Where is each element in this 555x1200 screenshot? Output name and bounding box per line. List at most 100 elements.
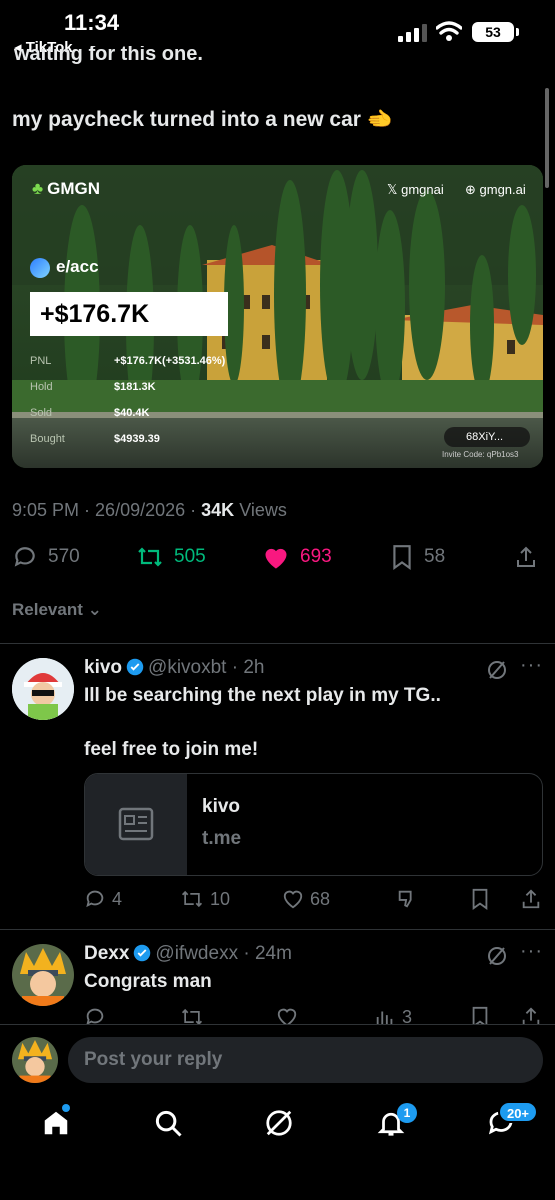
reply-reply-count: 4 [112,888,123,909]
battery-nub [516,28,519,36]
reply-count: 570 [48,546,80,567]
reply-reply-button[interactable]: 4 [84,888,122,910]
share-icon [517,546,535,567]
messages-badge: 20+ [498,1101,538,1123]
divider [0,929,555,930]
tweet-media-image[interactable]: ♣ GMGN 𝕏 gmgnai ⊕ gmgn.ai e/acc +$176.7K … [12,165,543,468]
reply-downvote-button[interactable] [396,888,424,910]
reply-age: 24m [254,943,292,964]
separator: · [238,943,255,964]
link-title: kivo [202,796,241,817]
stat-value-sold: $40.4K [114,407,150,419]
views-count: 34K [201,500,235,520]
retweet-icon [138,547,162,567]
search-icon[interactable] [153,1108,183,1138]
verified-badge-icon [126,658,144,676]
gmgn-site-label: ⊕ gmgn.ai [465,182,526,197]
reply-author-handle[interactable]: @kivoxbt [148,657,226,678]
bookmark-icon [393,545,411,570]
reply-retweet-count: 10 [210,888,231,909]
frog-logo-icon: ♣ [32,179,44,198]
wallet-badge: 68XiY... [444,427,530,447]
heart-icon [283,890,303,909]
reply-like-count: 68 [310,888,331,909]
reply-text-line1: Ill be searching the next play in my TG.… [84,685,441,706]
reply-like-button[interactable]: 68 [282,888,330,910]
tweet-meta: 9:05 PM · 26/09/2026 · 34K Views [12,500,287,520]
link-domain: t.me [202,828,242,849]
views-label: Views [239,500,287,520]
retweet-icon [181,890,203,908]
home-unread-dot [62,1104,70,1112]
reply-author-handle[interactable]: @ifwdexx [155,943,238,964]
downvote-icon [398,890,412,908]
grok-tab-icon[interactable] [264,1108,294,1138]
share-icon [522,889,540,909]
grok-icon[interactable] [487,660,507,680]
avatar [12,1037,58,1083]
bookmark-button[interactable]: 58 [390,540,445,574]
dexx-avatar-illustration [12,944,74,1006]
wifi-icon [436,21,462,41]
stat-value-bought: $4939.39 [114,433,160,445]
verified-badge-icon [134,944,151,962]
media-account: e/acc [30,257,99,278]
reply-author-name[interactable]: Dexx [84,943,129,964]
tweet-date: 26/09/2026 [95,500,186,520]
divider [0,643,555,644]
gmgn-logo: ♣ GMGN [32,179,100,199]
bookmark-count: 58 [424,546,446,567]
kivo-avatar-illustration [12,658,74,720]
avatar[interactable] [12,944,74,1006]
article-icon [118,807,154,841]
stat-value-pnl: +$176.7K(+3531.46%) [114,355,226,367]
bottom-tab-bar [0,1100,555,1200]
sort-label: Relevant [12,600,83,619]
grok-icon[interactable] [487,946,507,966]
stat-label-pnl: PNL [30,355,52,367]
like-button[interactable]: 693 [262,540,332,574]
stat-label-sold: Sold [30,407,53,419]
reply-header: Dexx @ifwdexx · 24m [84,943,292,965]
more-options-icon[interactable]: ··· [520,654,543,677]
stat-value-hold: $181.3K [114,381,156,393]
share-button[interactable] [514,540,548,574]
like-count: 693 [300,546,332,567]
scrollbar[interactable] [545,88,549,188]
stat-label-hold: Hold [30,381,53,393]
reply-bookmark-button[interactable] [470,888,496,910]
tweet-actions: 570 505 693 58 [12,540,543,574]
more-options-icon[interactable]: ··· [520,940,543,963]
gmgn-x-handle: 𝕏 gmgnai [387,182,444,197]
heart-filled-icon [265,548,287,569]
link-preview-card[interactable]: kivo t.me [84,773,543,876]
bookmark-icon [472,888,488,910]
retweet-button[interactable]: 505 [136,540,206,574]
cellular-signal-icon [398,24,427,42]
reply-button[interactable]: 570 [12,540,80,574]
reply-share-button[interactable] [520,888,548,910]
retweet-count: 505 [174,546,206,567]
reply-author-name[interactable]: kivo [84,657,122,678]
reply-icon [86,890,104,908]
sort-replies-dropdown[interactable]: Relevant ⌄ [12,600,102,620]
gmgn-brand-text: GMGN [47,179,101,198]
home-icon[interactable] [41,1108,71,1138]
avatar[interactable] [12,658,74,720]
reply-composer: Post your reply [0,1024,555,1100]
reply-text: Congrats man [84,971,212,992]
reply-input[interactable]: Post your reply [68,1037,543,1083]
previous-text-fragment: waiting for this one. [14,46,203,64]
stat-label-bought: Bought [30,433,65,445]
chevron-down-icon: ⌄ [87,600,102,619]
reply-header: kivo @kivoxbt · 2h [84,657,264,679]
invite-code: Invite Code: qPb1os3 [442,450,519,459]
tweet-text: my paycheck turned into a new car 🫲 [12,108,393,131]
media-account-name: e/acc [56,257,99,276]
reply-icon [14,547,35,567]
user-avatar-illustration [12,1037,58,1083]
battery-indicator: 53 [472,22,514,42]
reply-retweet-button[interactable]: 10 [180,888,230,910]
account-avatar-icon [30,257,50,278]
separator: · [226,657,244,678]
